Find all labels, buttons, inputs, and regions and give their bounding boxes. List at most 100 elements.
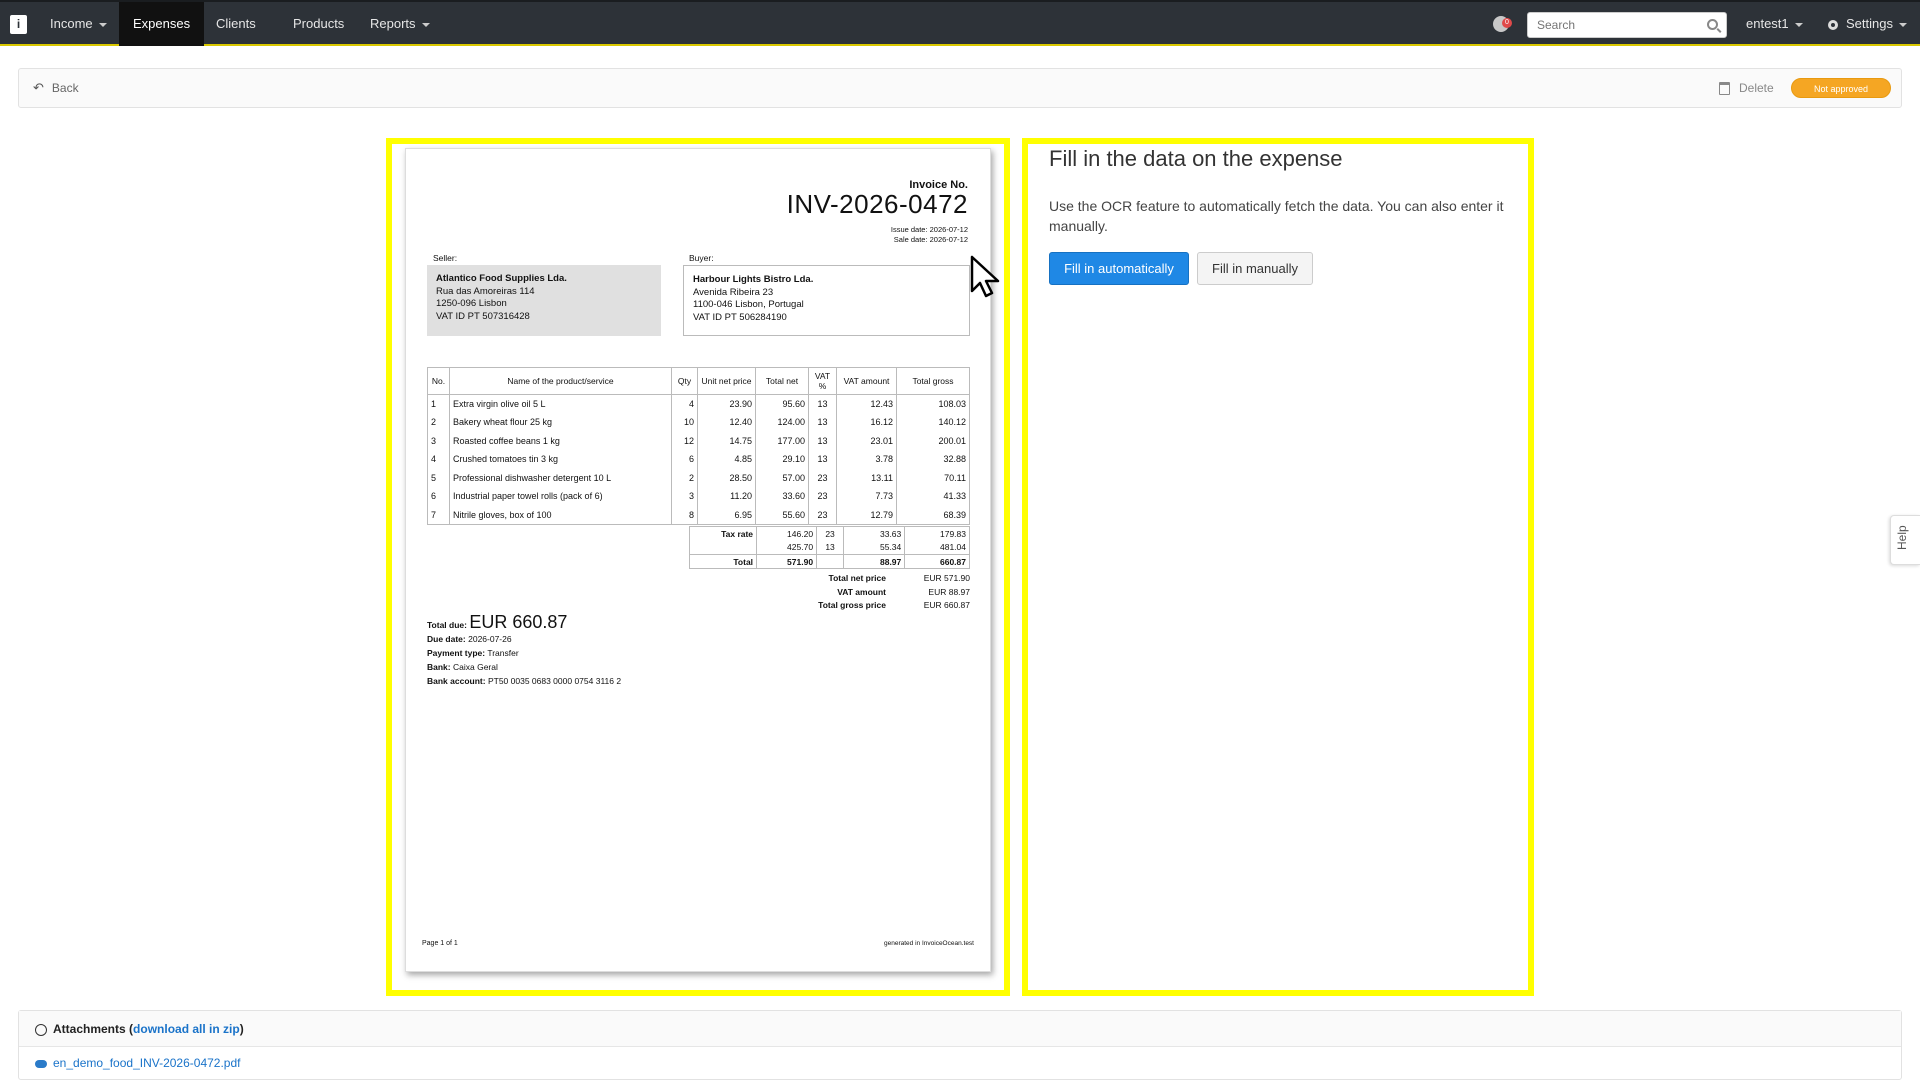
- fill-automatically-button[interactable]: Fill in automatically: [1049, 252, 1189, 285]
- table-cell: 23.90: [697, 394, 756, 413]
- expense-toolbar: ↶ Back Delete Not approved: [18, 68, 1902, 108]
- table-cell: Bakery wheat flour 25 kg: [449, 413, 672, 432]
- table-cell: 32.88: [896, 450, 970, 469]
- table-cell: 13: [808, 413, 837, 432]
- tax-cell: 179.83: [904, 526, 970, 541]
- help-tab[interactable]: Help: [1890, 515, 1920, 565]
- settings-menu[interactable]: Settings: [1828, 2, 1907, 46]
- status-badge[interactable]: Not approved: [1791, 78, 1891, 98]
- notifications-icon[interactable]: 0: [1493, 16, 1512, 32]
- tax-row: Total 571.90 88.97 660.87: [688, 554, 970, 569]
- table-cell: 13.11: [836, 468, 897, 487]
- payment-type-value: Transfer: [487, 648, 519, 658]
- table-cell: 23: [808, 487, 837, 506]
- col-name: Name of the product/service: [449, 367, 672, 395]
- due-date-value: 2026-07-26: [468, 634, 512, 644]
- tax-row: 425.70 13 55.34 481.04: [688, 540, 970, 555]
- search-box: [1527, 12, 1727, 38]
- bank-account-value: PT50 0035 0683 0000 0754 3116 2: [487, 676, 622, 686]
- tax-cell: 425.70: [756, 540, 818, 555]
- table-cell: 4: [671, 394, 698, 413]
- attachment-file[interactable]: en_demo_food_INV-2026-0472.pdf: [19, 1047, 1901, 1070]
- table-row: 1 Extra virgin olive oil 5 L 4 23.90 95.60 13…: [427, 394, 970, 413]
- table-cell: 3: [671, 487, 698, 506]
- col-qty: Qty: [671, 367, 698, 395]
- table-cell: 3: [427, 431, 450, 450]
- issue-date: Issue date: 2026-07-12: [890, 225, 968, 234]
- tax-cell: 33.63: [843, 526, 906, 541]
- circle-up-icon[interactable]: [35, 1023, 47, 1036]
- table-cell: 6.95: [697, 505, 756, 525]
- attachment-filename[interactable]: en_demo_food_INV-2026-0472.pdf: [53, 1056, 240, 1070]
- invoice-items-table: No. Name of the product/service Qty Unit…: [427, 367, 970, 525]
- table-cell: 68.39: [896, 505, 970, 525]
- table-cell: 23: [808, 505, 837, 525]
- vat-amount-value: EUR 88.97: [928, 586, 970, 597]
- buyer-box: Harbour Lights Bistro Lda. Avenida Ribei…: [683, 265, 970, 336]
- invoice-document: Invoice No. INV-2026-0472 Issue date: 20…: [405, 148, 991, 972]
- total-due-label: Total due:: [427, 620, 467, 630]
- download-all-link[interactable]: download all in zip: [133, 1022, 240, 1036]
- payment-details: Total due: EUR 660.87 Due date: 2026-07-…: [427, 612, 622, 688]
- fill-manually-button[interactable]: Fill in manually: [1197, 252, 1313, 285]
- tax-cell: 55.34: [843, 540, 906, 555]
- due-date-label: Due date:: [427, 634, 466, 644]
- table-cell: 200.01: [896, 431, 970, 450]
- table-cell: Crushed tomatoes tin 3 kg: [449, 450, 672, 469]
- nav-clients[interactable]: Clients: [202, 2, 270, 46]
- total-net-value: EUR 571.90: [923, 573, 970, 583]
- gear-icon: [1828, 19, 1838, 30]
- table-cell: 124.00: [755, 413, 809, 432]
- col-vat-pct: VAT %: [808, 367, 837, 395]
- seller-box: Atlantico Food Supplies Lda. Rua das Amo…: [427, 265, 661, 336]
- table-cell: Extra virgin olive oil 5 L: [449, 394, 672, 413]
- tax-cell: [688, 540, 758, 555]
- table-cell: Professional dishwasher detergent 10 L: [449, 468, 672, 487]
- bank-value: Caixa Geral: [453, 662, 498, 672]
- search-input[interactable]: [1528, 13, 1698, 37]
- table-row: 4 Crushed tomatoes tin 3 kg 6 4.85 29.10 13 3.…: [427, 450, 970, 469]
- table-cell: 4.85: [697, 450, 756, 469]
- tax-cell: [816, 554, 845, 569]
- nav-income[interactable]: Income: [36, 2, 121, 46]
- table-cell: Nitrile gloves, box of 100: [449, 505, 672, 525]
- tax-cell: 88.97: [843, 554, 906, 569]
- seller-city: 1250-096 Lisbon: [436, 298, 507, 309]
- panel-title: Fill in the data on the expense: [1049, 146, 1343, 171]
- generated-note: generated in InvoiceOcean.test: [884, 940, 974, 947]
- nav-reports[interactable]: Reports: [356, 2, 444, 46]
- table-cell: 7.73: [836, 487, 897, 506]
- table-row: 3 Roasted coffee beans 1 kg 12 14.75 177.00 1…: [427, 431, 970, 450]
- table-cell: 28.50: [697, 468, 756, 487]
- table-cell: 12.43: [836, 394, 897, 413]
- table-cell: 10: [671, 413, 698, 432]
- buyer-name: Harbour Lights Bistro Lda.: [693, 274, 814, 285]
- table-cell: 95.60: [755, 394, 809, 413]
- reply-arrow-icon: ↶: [33, 80, 44, 95]
- table-cell: 13: [808, 450, 837, 469]
- nav-expenses[interactable]: Expenses: [119, 2, 205, 46]
- tax-cell: 146.20: [756, 526, 818, 541]
- app-logo[interactable]: i: [10, 15, 27, 34]
- table-row: 5 Professional dishwasher detergent 10 L2…: [427, 468, 970, 487]
- table-header: No. Name of the product/service Qty Unit…: [427, 367, 970, 395]
- back-button[interactable]: ↶ Back: [33, 69, 79, 107]
- table-cell: 23: [808, 468, 837, 487]
- total-due-value: EUR 660.87: [469, 612, 568, 632]
- seller-address: Rua das Amoreiras 114: [436, 285, 535, 297]
- top-navbar: i Income Expenses Clients Products Repor…: [0, 0, 1920, 46]
- tax-cell: 13: [816, 540, 845, 555]
- table-cell: 108.03: [896, 394, 970, 413]
- panel-description: Use the OCR feature to automatically fet…: [1049, 198, 1504, 234]
- table-cell: 6: [671, 450, 698, 469]
- nav-products[interactable]: Products: [279, 2, 358, 46]
- col-vat-amount: VAT amount: [836, 367, 897, 395]
- search-icon[interactable]: [1707, 19, 1718, 30]
- attachments-header: Attachments (download all in zip): [19, 1011, 1901, 1047]
- tax-cell: Total: [688, 554, 758, 569]
- delete-button[interactable]: Delete: [1719, 69, 1774, 107]
- user-menu[interactable]: entest1: [1746, 2, 1803, 46]
- table-cell: 6: [427, 487, 450, 506]
- bank-label: Bank:: [427, 662, 451, 672]
- col-unit-net: Unit net price: [697, 367, 756, 395]
